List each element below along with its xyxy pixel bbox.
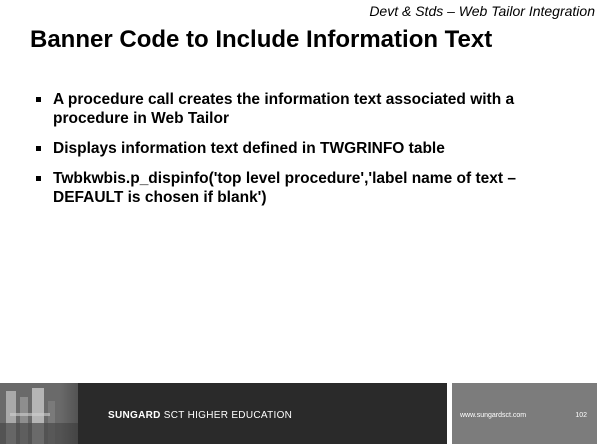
bullet-text: Twbkwbis.p_dispinfo('top level procedure…: [53, 170, 516, 206]
footer-bar: SUNGARD SCT HIGHER EDUCATION www.sungard…: [0, 383, 597, 444]
bullet-square-icon: [36, 97, 41, 102]
list-item: Twbkwbis.p_dispinfo('top level procedure…: [36, 169, 576, 207]
website-url: www.sungardsct.com: [460, 412, 527, 419]
bullet-list: A procedure call creates the information…: [36, 90, 576, 218]
bullet-text: Displays information text defined in TWG…: [53, 140, 445, 157]
brand-name: SUNGARD: [108, 410, 161, 421]
list-item: A procedure call creates the information…: [36, 90, 576, 128]
section-header: Devt & Stds – Web Tailor Integration: [369, 3, 595, 19]
brand-division: SCT HIGHER EDUCATION: [163, 410, 293, 421]
footer-info-band: www.sungardsct.com 102: [452, 383, 597, 444]
slide-title: Banner Code to Include Information Text: [30, 26, 493, 53]
bullet-square-icon: [36, 176, 41, 181]
photo-fade: [60, 383, 110, 444]
list-item: Displays information text defined in TWG…: [36, 139, 576, 158]
brand-logo: SUNGARD SCT HIGHER EDUCATION: [108, 410, 292, 421]
bullet-text: A procedure call creates the information…: [53, 91, 515, 127]
footer-brand-band: SUNGARD SCT HIGHER EDUCATION: [0, 383, 447, 444]
page-number: 102: [575, 412, 587, 419]
bullet-square-icon: [36, 146, 41, 151]
